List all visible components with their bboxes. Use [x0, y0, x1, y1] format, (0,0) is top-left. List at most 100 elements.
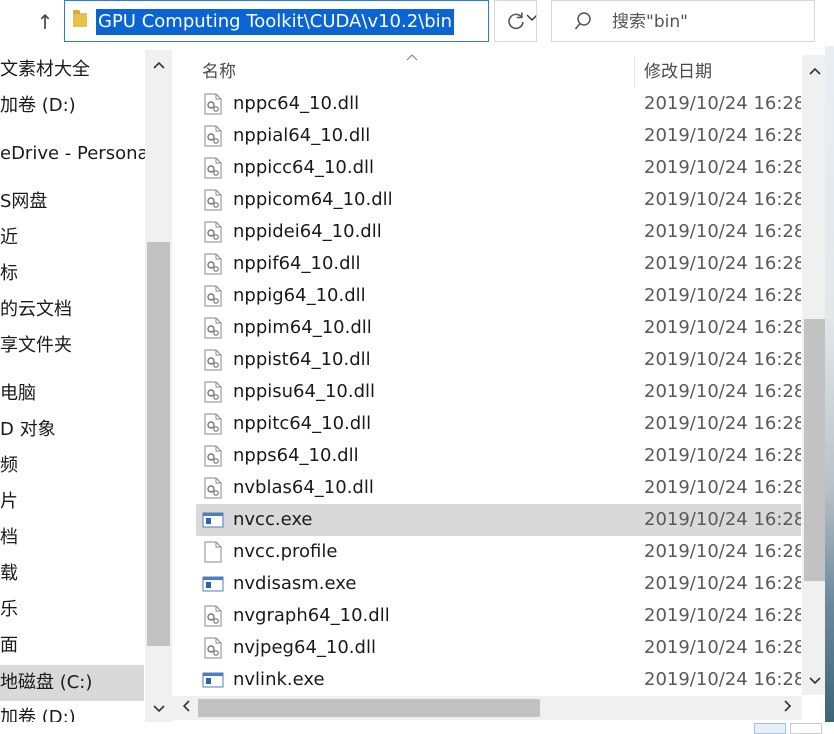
file-row[interactable]: nvcc.exe 2019/10/24 16:28 — [196, 504, 801, 536]
file-name: npps64_10.dll — [233, 445, 359, 466]
file-row[interactable]: nppig64_10.dll 2019/10/24 16:28 — [196, 280, 801, 312]
address-path[interactable]: GPU Computing Toolkit\CUDA\v10.2\bin — [96, 9, 455, 35]
refresh-button[interactable] — [494, 0, 537, 42]
nav-item-onedrive[interactable]: eDrive - Personal — [0, 139, 154, 169]
file-row[interactable]: nppisu64_10.dll 2019/10/24 16:28 — [196, 376, 801, 408]
nav-item-pictures[interactable]: 片 — [0, 487, 18, 517]
nav-item-downloads[interactable]: 载 — [0, 559, 18, 589]
dll-gear-icon — [204, 317, 222, 339]
dll-gear-icon — [204, 605, 222, 627]
file-modified-date: 2019/10/24 16:28 — [644, 413, 801, 434]
file-name: nppial64_10.dll — [233, 125, 371, 146]
up-arrow-icon[interactable]: ↑ — [34, 8, 56, 36]
dll-gear-icon — [204, 477, 222, 499]
file-modified-date: 2019/10/24 16:28 — [644, 541, 801, 562]
nav-item-desktop[interactable]: 面 — [0, 631, 18, 661]
file-modified-date: 2019/10/24 16:28 — [644, 381, 801, 402]
file-row[interactable]: nppist64_10.dll 2019/10/24 16:28 — [196, 344, 801, 376]
file-modified-date: 2019/10/24 16:28 — [644, 605, 801, 626]
details-view-button[interactable] — [754, 723, 786, 734]
scroll-up-icon[interactable] — [802, 61, 827, 83]
dll-gear-icon — [204, 93, 222, 115]
nav-item-this-pc[interactable]: 电脑 — [0, 379, 36, 409]
nav-item-documents[interactable]: 档 — [0, 523, 18, 553]
nav-item-local-disk-c[interactable]: 地磁盘 (C:) — [0, 665, 144, 701]
file-list: 名称 修改日期 nppc64_10.dll 2019/10/24 16:28 npp… — [172, 50, 834, 722]
nav-item-material[interactable]: 文素材大全 — [0, 55, 90, 85]
nav-item-recent[interactable]: 近 — [0, 223, 18, 253]
search-input[interactable]: 搜索"bin" — [612, 9, 688, 35]
file-modified-date: 2019/10/24 16:28 — [644, 573, 801, 594]
horizontal-scroll-thumb[interactable] — [198, 699, 540, 717]
file-modified-date: 2019/10/24 16:28 — [644, 189, 801, 210]
nav-scrollbar[interactable] — [145, 50, 172, 722]
nav-item-starred[interactable]: 标 — [0, 259, 18, 289]
file-name: nvcc.exe — [233, 509, 313, 530]
file-name: nppc64_10.dll — [233, 93, 360, 114]
file-name: nvcc.profile — [233, 541, 338, 562]
file-modified-date: 2019/10/24 16:28 — [644, 253, 801, 274]
search-box[interactable]: 搜索"bin" — [551, 0, 815, 42]
file-row[interactable]: nppitc64_10.dll 2019/10/24 16:28 — [196, 408, 801, 440]
dll-gear-icon — [204, 189, 222, 211]
navigation-pane: 文素材大全 加卷 (D:) eDrive - Personal S网盘 近 标 … — [0, 50, 172, 722]
refresh-icon — [507, 12, 524, 30]
file-row[interactable]: nppc64_10.dll 2019/10/24 16:28 — [196, 88, 801, 120]
vertical-scroll-thumb[interactable] — [804, 319, 825, 581]
file-list-vertical-scrollbar[interactable] — [802, 55, 827, 695]
address-toolbar: ↑ GPU Computing Toolkit\CUDA\v10.2\bin 搜… — [0, 0, 834, 46]
nav-item-volume-d-2[interactable]: 加卷 (D:) — [0, 703, 76, 722]
file-row[interactable]: npps64_10.dll 2019/10/24 16:28 — [196, 440, 801, 472]
file-name: nvjpeg64_10.dll — [233, 637, 376, 658]
scroll-left-icon[interactable] — [174, 696, 198, 720]
file-row[interactable]: nppidei64_10.dll 2019/10/24 16:28 — [196, 216, 801, 248]
file-row[interactable]: nppial64_10.dll 2019/10/24 16:28 — [196, 120, 801, 152]
file-name: nppig64_10.dll — [233, 285, 366, 306]
exe-window-icon — [202, 669, 224, 691]
file-row[interactable]: nvcc.profile 2019/10/24 16:28 — [196, 536, 801, 568]
file-name: nppist64_10.dll — [233, 349, 371, 370]
file-row[interactable]: nppif64_10.dll 2019/10/24 16:28 — [196, 248, 801, 280]
nav-item-music[interactable]: 乐 — [0, 595, 18, 625]
desktop-background-edge — [825, 46, 834, 722]
blank-file-icon — [204, 541, 222, 563]
nav-item-cloud-docs[interactable]: 的云文档 — [0, 295, 72, 325]
file-modified-date: 2019/10/24 16:28 — [644, 221, 801, 242]
file-row[interactable]: nvblas64_10.dll 2019/10/24 16:28 — [196, 472, 801, 504]
nav-item-videos[interactable]: 频 — [0, 451, 18, 481]
dll-gear-icon — [204, 157, 222, 179]
file-row[interactable]: nvlink.exe 2019/10/24 16:28 — [196, 664, 801, 696]
file-row[interactable]: nppim64_10.dll 2019/10/24 16:28 — [196, 312, 801, 344]
file-name: nppisu64_10.dll — [233, 381, 376, 402]
scroll-down-icon[interactable] — [145, 698, 172, 722]
file-row[interactable]: nvjpeg64_10.dll 2019/10/24 16:28 — [196, 632, 801, 664]
nav-item-shared-folder[interactable]: 享文件夹 — [0, 331, 72, 361]
scroll-up-icon[interactable] — [145, 54, 172, 78]
file-row[interactable]: nvdisasm.exe 2019/10/24 16:28 — [196, 568, 801, 600]
nav-item-netdisk[interactable]: S网盘 — [0, 187, 47, 217]
dll-gear-icon — [204, 221, 222, 243]
address-bar[interactable]: GPU Computing Toolkit\CUDA\v10.2\bin — [64, 0, 538, 42]
dll-gear-icon — [204, 637, 222, 659]
column-divider[interactable] — [634, 56, 635, 88]
nav-item-3d-objects[interactable]: D 对象 — [0, 415, 56, 445]
file-list-horizontal-scrollbar[interactable] — [172, 696, 802, 720]
dll-gear-icon — [204, 445, 222, 467]
file-row[interactable]: nppicom64_10.dll 2019/10/24 16:28 — [196, 184, 801, 216]
search-icon — [574, 12, 591, 30]
large-icons-view-button[interactable] — [790, 723, 822, 734]
dll-gear-icon — [204, 413, 222, 435]
scroll-down-icon[interactable] — [802, 671, 827, 693]
file-modified-date: 2019/10/24 16:28 — [644, 285, 801, 306]
file-name: nppicom64_10.dll — [233, 189, 393, 210]
scroll-right-icon[interactable] — [776, 696, 800, 720]
file-row[interactable]: nppicc64_10.dll 2019/10/24 16:28 — [196, 152, 801, 184]
file-modified-date: 2019/10/24 16:28 — [644, 93, 801, 114]
nav-scroll-thumb[interactable] — [147, 242, 170, 646]
nav-item-volume-d[interactable]: 加卷 (D:) — [0, 91, 76, 121]
file-modified-date: 2019/10/24 16:28 — [644, 669, 801, 690]
file-name: nvlink.exe — [233, 669, 325, 690]
file-name: nppim64_10.dll — [233, 317, 372, 338]
file-modified-date: 2019/10/24 16:28 — [644, 445, 801, 466]
file-row[interactable]: nvgraph64_10.dll 2019/10/24 16:28 — [196, 600, 801, 632]
